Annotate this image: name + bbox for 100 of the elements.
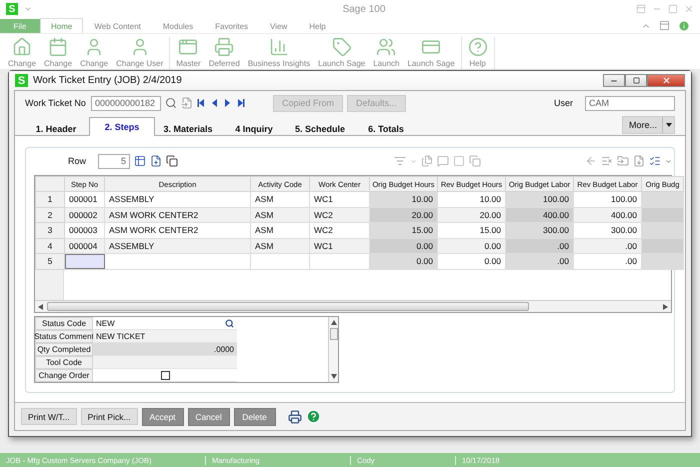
more-button[interactable]: More... [622,116,675,134]
ribbon-button[interactable]: Change [41,37,76,70]
document-plus-icon[interactable] [150,155,162,167]
ribbon-button[interactable]: Change User [113,37,166,70]
restore-button[interactable] [625,74,647,87]
search-icon[interactable] [225,318,234,328]
action-button[interactable]: Delete [234,408,276,426]
ribbon-button[interactable]: Launch Sage [404,37,458,70]
last-record-icon[interactable] [236,98,245,108]
row-field[interactable]: 5 [98,154,130,168]
folder-icon[interactable] [617,155,629,167]
list-remove-icon[interactable] [601,155,613,167]
table-cell: 000003 [64,222,104,238]
table-cell: 300.00 [506,222,574,238]
next-record-icon[interactable] [223,98,232,108]
checklist-icon[interactable] [649,155,661,167]
window-icon[interactable] [636,4,646,14]
property-value: NEW [96,318,115,328]
table-cell: 000004 [64,238,104,254]
app-title: Sage 100 [342,4,386,14]
close-icon [662,76,670,85]
panel-icon[interactable] [659,20,670,31]
tab[interactable]: 1. Header [23,121,89,136]
previous-record-icon[interactable] [210,98,219,108]
scroll-right-icon[interactable] [663,304,668,310]
document-down-icon[interactable] [633,155,645,167]
vertical-scrollbar[interactable] [328,317,338,382]
horizontal-scrollbar[interactable] [35,300,671,312]
table-cell: 20.00 [370,207,438,222]
action-button[interactable]: Cancel [188,408,230,426]
copy-icon[interactable] [166,155,178,167]
table-cell: 400.00 [506,207,574,222]
ribbon-button[interactable]: Deferred [206,37,243,70]
caret-icon[interactable] [24,5,32,13]
table-cell: 100.00 [506,192,574,207]
table-cell: 100.00 [574,192,642,207]
file-menu[interactable]: File [0,19,40,33]
print-button[interactable]: Print Pick... [80,408,138,425]
row-number: 5 [36,254,64,269]
property-label: Status Comment [35,330,93,343]
tab[interactable]: 6. Totals [353,121,419,136]
table-cell [642,222,684,238]
property-label: Change Order [35,369,93,382]
row-number: 4 [36,238,64,254]
scrollbar-thumb[interactable] [330,328,338,340]
ribbon-tab[interactable]: Home [40,18,84,33]
people-icon [376,37,396,57]
caret-icon [666,123,672,127]
arrow-left-icon[interactable] [585,155,597,167]
printer-icon[interactable] [288,410,302,424]
table-cell: .00 [574,254,642,269]
grid-icon[interactable] [134,155,146,167]
scroll-left-icon[interactable] [38,304,43,310]
table-cell: ASM WORK CENTER2 [104,207,250,222]
info-icon[interactable] [678,20,690,32]
documents-icon[interactable] [421,155,433,167]
property-value: NEW TICKET [96,332,146,340]
ribbon-button[interactable]: Launch [370,37,402,70]
row-number: 2 [36,207,64,222]
close-icon[interactable] [684,4,694,14]
table-cell: 0.00 [370,254,438,269]
maximize-icon[interactable] [668,4,678,14]
action-button[interactable]: Accept [142,408,184,426]
tab[interactable]: 5. Schedule [287,121,353,136]
table-cell: .00 [506,238,574,254]
tab[interactable]: 3. Materials [155,121,221,136]
table-cell: 10.00 [370,192,438,207]
ribbon-button[interactable]: Master [173,37,204,70]
scroll-up-icon[interactable] [330,320,336,325]
table-cell: 15.00 [370,222,438,238]
checkbox[interactable] [161,370,170,380]
calendar-icon [48,37,68,57]
scroll-down-icon[interactable] [330,374,336,379]
user-field[interactable]: CAM [585,96,675,110]
tab[interactable]: 2. Steps [89,117,155,136]
print-button[interactable]: Print W/T... [21,408,77,425]
document-arrow-icon[interactable] [181,97,193,109]
bar-chart-icon [268,37,289,57]
dialog-logo: S [15,74,28,87]
ribbon-button[interactable]: Help [464,37,491,70]
caret-icon[interactable] [665,158,672,164]
row-header-column [35,270,64,300]
property-label: Tool Code [35,356,93,369]
ribbon-button[interactable]: Launch Sage [315,37,368,70]
first-record-icon[interactable] [197,98,206,108]
table-cell: WC2 [310,207,370,222]
tag-icon [332,37,352,57]
selected-cell[interactable] [64,254,104,269]
comment-icon[interactable] [437,155,449,167]
ribbon-button[interactable]: Change [77,37,112,70]
work-ticket-field[interactable]: 000000000182 [91,96,161,110]
table-cell: 0.00 [370,238,438,254]
tab[interactable]: 4 Inquiry [221,121,287,136]
close-button[interactable] [647,74,685,87]
ribbon-button[interactable]: Business Insights [244,37,314,70]
help-icon[interactable] [306,409,321,424]
search-icon[interactable] [165,97,177,109]
ribbon-button[interactable]: Change [5,37,40,70]
filter-icon[interactable] [394,155,406,167]
table-cell: ASM [250,192,310,207]
